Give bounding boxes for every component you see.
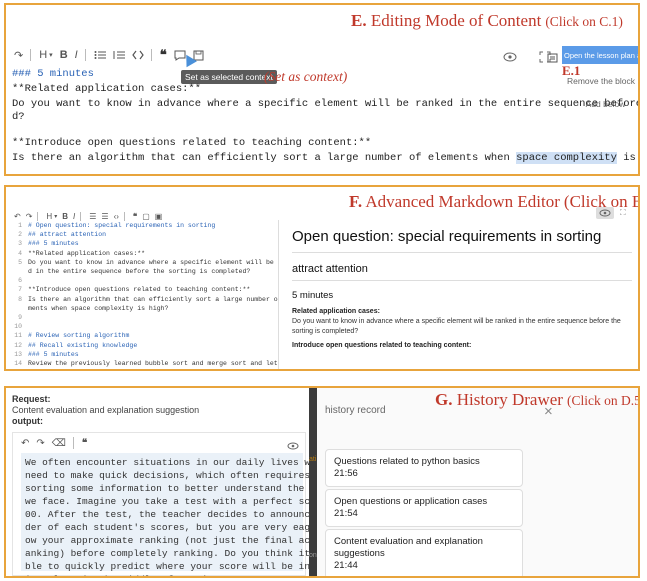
md-source-line: d in the entire sequence before the sort… [28,268,251,275]
bullet-list-icon[interactable] [94,48,106,62]
preview-open-question-label: Introduce open questions related to teac… [292,342,472,349]
output-toolbar: ↶ ↷ ⌫ ❝ [21,436,94,450]
editor-toolbar: ↷ H ▾ B I ❝ [14,47,211,62]
preview-h3: 5 minutes [292,290,334,301]
preview-toggle-button[interactable] [596,207,614,219]
redo-icon[interactable]: ↷ [14,48,23,62]
md-source-line: 3 ### 5 minutes [18,240,79,248]
output-text-line: anking) before completely ranking. Do yo… [25,548,356,559]
output-text-line: need to make quick decisions, which ofte… [25,470,356,481]
request-label: Request: [12,394,51,404]
output-text-line: 00. After the test, the teacher decides … [25,509,356,520]
panel-history-drawer: Request: Content evaluation and explanat… [4,386,640,578]
preview-cases-text: Do you want to know in advance where a s… [292,318,621,335]
md-source-line: 8 Is there an algorithm that can efficien… [18,295,279,303]
md-source-line: 12 ## Recall existing knowledge [14,341,138,349]
output-text-line: ire class in the middle of sorting? [25,573,299,576]
heading-dropdown-icon[interactable]: ▾ [49,48,53,62]
ordered-list-icon[interactable] [113,48,125,62]
quote-icon[interactable]: ❝ [82,436,87,450]
assistant-panel-icon[interactable] [547,50,558,64]
bold-button[interactable]: B [60,48,68,62]
fullscreen-icon[interactable]: ⛶ [620,208,626,218]
editor-line: d? [12,111,25,123]
request-value: Content evaluation and explanation sugge… [12,405,200,415]
editor-line: Do you want to know in advance where a s… [12,98,640,110]
selected-context-text[interactable]: space complexity [516,152,617,164]
quote-icon[interactable]: ❝ [160,47,167,62]
panel-editing-mode: E. Editing Mode of Content (Click on C.1… [4,3,640,176]
md-source-line: 13 ### 5 minutes [14,350,79,358]
output-label: output: [12,416,43,426]
drawer-overlay-edge: ati on [309,388,317,576]
remove-block-button[interactable]: Remove the block [562,72,638,90]
request-output-area: Request: Content evaluation and explanat… [6,388,356,576]
md-source-line: 7 **Introduce open questions related to t… [18,286,251,294]
preview-h1: Open question: special requirements in s… [292,227,632,253]
md-source-line: 11 # Review sorting algorithm [14,332,130,340]
output-text-line: ble to quickly predict where your score … [25,561,356,572]
output-text-line: sorting some information to better under… [25,483,350,494]
md-source-line: 10 [14,323,22,331]
md-source-line: ments when space complexity is high? [28,304,169,312]
drawer-title: history record [325,405,386,416]
editor-line: Is there an algorithm that can efficient… [12,152,638,164]
markdown-source-editor[interactable]: 1 # Open question: special requirements i… [8,220,279,369]
undo-icon[interactable]: ↶ [21,436,29,450]
code-icon[interactable] [131,48,144,62]
editor-line: **Introduce open questions related to te… [12,137,372,149]
context-annotation: (Set as context) [264,69,348,84]
history-item[interactable]: Questions related to python basics 21:56 [325,449,523,487]
md-source-line: 2 ## attract attention [18,231,107,239]
md-source-line: 5 Do you want to know in advance where a … [18,258,279,266]
heading-button[interactable]: H [39,48,47,62]
output-text-area[interactable]: We often encounter situations in our dai… [21,453,356,576]
output-text-line: der of each student's scores, but you ar… [25,522,356,533]
history-drawer: history record × G. History Drawer (Clic… [317,388,640,576]
history-item[interactable]: Open questions or application cases 21:54 [325,489,523,527]
preview-cases-label: Related application cases: [292,308,380,315]
preview-eye-icon[interactable] [503,50,517,64]
eye-icon [599,209,611,217]
output-text-line: ow your approximate ranking (not just th… [25,535,356,546]
output-editor[interactable]: ↶ ↷ ⌫ ❝ We often encounter situations in… [12,432,356,576]
md-source-line: 14 Review the previously learned bubble s… [14,360,279,367]
md-source-line: 9 [18,314,22,321]
editor-line: **Related application cases:** [12,83,202,95]
panel-e-caption: E. Editing Mode of Content (Click on C.1… [351,11,623,30]
panel-g-caption: G. History Drawer (Click on D.5) [435,390,640,409]
md-source-line: 6 [18,277,22,285]
eraser-icon[interactable]: ⌫ [52,436,66,450]
editor-line: ### 5 minutes [12,68,94,80]
panel-markdown-editor: F. Advanced Markdown Editor (Click on B)… [4,185,640,371]
md-source-line: 4 **Related application cases:** [18,249,146,257]
output-text-line: We often encounter situations in our dai… [25,457,350,468]
italic-button[interactable]: I [75,48,78,62]
set-context-tooltip: Set as selected context [181,70,277,84]
md-source-line: 1 # Open question: special requirements i… [18,222,216,229]
redo-icon[interactable]: ↷ [36,436,44,450]
history-item[interactable]: Content evaluation and explanation sugge… [325,529,523,576]
output-text-line: we face. Imagine you take a test with a … [25,496,356,507]
markdown-preview: Open question: special requirements in s… [292,227,632,349]
open-lesson-plan-assistant-button[interactable]: Open the lesson plan assistant [562,46,638,64]
preview-h2: attract attention [292,263,632,281]
